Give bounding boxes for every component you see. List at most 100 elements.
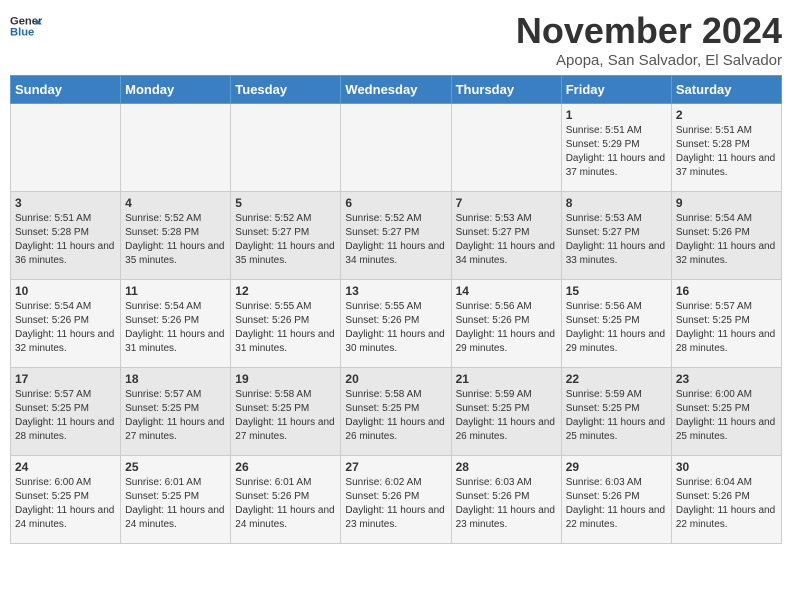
calendar-cell: 25 Sunrise: 6:01 AMSunset: 5:25 PMDayligh…: [121, 456, 231, 544]
day-number: 10: [15, 284, 116, 298]
calendar-cell: [231, 104, 341, 192]
day-info: Sunrise: 5:56 AMSunset: 5:26 PMDaylight:…: [456, 300, 557, 356]
day-number: 22: [566, 372, 667, 386]
day-number: 29: [566, 460, 667, 474]
day-number: 17: [15, 372, 116, 386]
day-info: Sunrise: 5:51 AMSunset: 5:29 PMDaylight:…: [566, 124, 667, 180]
day-number: 2: [676, 108, 777, 122]
day-info: Sunrise: 5:57 AMSunset: 5:25 PMDaylight:…: [676, 300, 777, 356]
day-number: 1: [566, 108, 667, 122]
calendar-cell: 14Sunrise: 5:56 AMSunset: 5:26 PMDayligh…: [451, 280, 561, 368]
day-number: 9: [676, 196, 777, 210]
day-info: Sunrise: 5:55 AMSunset: 5:26 PMDaylight:…: [235, 300, 336, 356]
weekday-header-row: SundayMondayTuesdayWednesdayThursdayFrid…: [11, 76, 782, 104]
day-info: Sunrise: 5:56 AMSunset: 5:25 PMDaylight:…: [566, 300, 667, 356]
day-number: 3: [15, 196, 116, 210]
day-info: Sunrise: 5:51 AMSunset: 5:28 PMDaylight:…: [676, 124, 777, 180]
calendar-cell: 7 Sunrise: 5:53 AMSunset: 5:27 PMDaylight…: [451, 192, 561, 280]
day-info: Sunrise: 5:52 AMSunset: 5:28 PMDaylight:…: [125, 212, 226, 268]
day-number: 6: [345, 196, 446, 210]
day-number: 30: [676, 460, 777, 474]
day-info: Sunrise: 6:03 AMSunset: 5:26 PMDaylight:…: [456, 476, 557, 532]
day-info: Sunrise: 5:53 AMSunset: 5:27 PMDaylight:…: [456, 212, 557, 268]
day-number: 27: [345, 460, 446, 474]
calendar-cell: 18 Sunrise: 5:57 AMSunset: 5:25 PMDayligh…: [121, 368, 231, 456]
calendar-cell: 29Sunrise: 6:03 AMSunset: 5:26 PMDayligh…: [561, 456, 671, 544]
day-info: Sunrise: 6:00 AMSunset: 5:25 PMDaylight:…: [15, 476, 116, 532]
calendar-cell: 24 Sunrise: 6:00 AMSunset: 5:25 PMDayligh…: [11, 456, 121, 544]
day-number: 18: [125, 372, 226, 386]
calendar-cell: 27 Sunrise: 6:02 AMSunset: 5:26 PMDayligh…: [341, 456, 451, 544]
day-info: Sunrise: 5:55 AMSunset: 5:26 PMDaylight:…: [345, 300, 446, 356]
day-number: 21: [456, 372, 557, 386]
calendar-cell: 10 Sunrise: 5:54 AMSunset: 5:26 PMDayligh…: [11, 280, 121, 368]
calendar-table: SundayMondayTuesdayWednesdayThursdayFrid…: [10, 75, 782, 544]
day-info: Sunrise: 6:01 AMSunset: 5:25 PMDaylight:…: [125, 476, 226, 532]
calendar-row-4: 17 Sunrise: 5:57 AMSunset: 5:25 PMDayligh…: [11, 368, 782, 456]
day-number: 7: [456, 196, 557, 210]
day-number: 24: [15, 460, 116, 474]
day-info: Sunrise: 5:58 AMSunset: 5:25 PMDaylight:…: [345, 388, 446, 444]
day-number: 23: [676, 372, 777, 386]
calendar-row-5: 24 Sunrise: 6:00 AMSunset: 5:25 PMDayligh…: [11, 456, 782, 544]
calendar-cell: 11 Sunrise: 5:54 AMSunset: 5:26 PMDayligh…: [121, 280, 231, 368]
svg-text:Blue: Blue: [10, 27, 34, 39]
day-info: Sunrise: 5:58 AMSunset: 5:25 PMDaylight:…: [235, 388, 336, 444]
calendar-cell: 8Sunrise: 5:53 AMSunset: 5:27 PMDaylight…: [561, 192, 671, 280]
day-number: 16: [676, 284, 777, 298]
weekday-header-tuesday: Tuesday: [231, 76, 341, 104]
calendar-cell: 13 Sunrise: 5:55 AMSunset: 5:26 PMDayligh…: [341, 280, 451, 368]
weekday-header-thursday: Thursday: [451, 76, 561, 104]
calendar-cell: 12 Sunrise: 5:55 AMSunset: 5:26 PMDayligh…: [231, 280, 341, 368]
calendar-cell: 9Sunrise: 5:54 AMSunset: 5:26 PMDaylight…: [671, 192, 781, 280]
day-info: Sunrise: 6:02 AMSunset: 5:26 PMDaylight:…: [345, 476, 446, 532]
calendar-cell: 23 Sunrise: 6:00 AMSunset: 5:25 PMDayligh…: [671, 368, 781, 456]
weekday-header-sunday: Sunday: [11, 76, 121, 104]
day-number: 26: [235, 460, 336, 474]
day-number: 25: [125, 460, 226, 474]
logo-icon: General Blue: [10, 10, 42, 42]
day-info: Sunrise: 5:57 AMSunset: 5:25 PMDaylight:…: [125, 388, 226, 444]
calendar-cell: 5 Sunrise: 5:52 AMSunset: 5:27 PMDaylight…: [231, 192, 341, 280]
weekday-header-wednesday: Wednesday: [341, 76, 451, 104]
calendar-cell: 19 Sunrise: 5:58 AMSunset: 5:25 PMDayligh…: [231, 368, 341, 456]
day-info: Sunrise: 5:51 AMSunset: 5:28 PMDaylight:…: [15, 212, 116, 268]
day-number: 13: [345, 284, 446, 298]
day-info: Sunrise: 5:59 AMSunset: 5:25 PMDaylight:…: [566, 388, 667, 444]
month-title: November 2024: [516, 10, 782, 52]
weekday-header-saturday: Saturday: [671, 76, 781, 104]
day-number: 15: [566, 284, 667, 298]
calendar-row-3: 10 Sunrise: 5:54 AMSunset: 5:26 PMDayligh…: [11, 280, 782, 368]
day-info: Sunrise: 5:54 AMSunset: 5:26 PMDaylight:…: [125, 300, 226, 356]
calendar-cell: 4Sunrise: 5:52 AMSunset: 5:28 PMDaylight…: [121, 192, 231, 280]
day-info: Sunrise: 5:52 AMSunset: 5:27 PMDaylight:…: [345, 212, 446, 268]
calendar-cell: 2 Sunrise: 5:51 AMSunset: 5:28 PMDaylight…: [671, 104, 781, 192]
day-number: 11: [125, 284, 226, 298]
day-info: Sunrise: 6:00 AMSunset: 5:25 PMDaylight:…: [676, 388, 777, 444]
calendar-cell: 6 Sunrise: 5:52 AMSunset: 5:27 PMDaylight…: [341, 192, 451, 280]
weekday-header-monday: Monday: [121, 76, 231, 104]
logo: General Blue: [10, 10, 42, 42]
calendar-cell: [451, 104, 561, 192]
day-number: 20: [345, 372, 446, 386]
calendar-cell: 3 Sunrise: 5:51 AMSunset: 5:28 PMDaylight…: [11, 192, 121, 280]
title-block: November 2024 Apopa, San Salvador, El Sa…: [516, 10, 782, 69]
calendar-cell: [121, 104, 231, 192]
day-number: 12: [235, 284, 336, 298]
page-header: General Blue November 2024 Apopa, San Sa…: [10, 10, 782, 69]
calendar-cell: 1 Sunrise: 5:51 AMSunset: 5:29 PMDaylight…: [561, 104, 671, 192]
calendar-row-2: 3 Sunrise: 5:51 AMSunset: 5:28 PMDaylight…: [11, 192, 782, 280]
calendar-cell: 15 Sunrise: 5:56 AMSunset: 5:25 PMDayligh…: [561, 280, 671, 368]
day-info: Sunrise: 6:04 AMSunset: 5:26 PMDaylight:…: [676, 476, 777, 532]
day-info: Sunrise: 5:54 AMSunset: 5:26 PMDaylight:…: [15, 300, 116, 356]
calendar-row-1: 1 Sunrise: 5:51 AMSunset: 5:29 PMDaylight…: [11, 104, 782, 192]
calendar-cell: 22 Sunrise: 5:59 AMSunset: 5:25 PMDayligh…: [561, 368, 671, 456]
day-info: Sunrise: 6:01 AMSunset: 5:26 PMDaylight:…: [235, 476, 336, 532]
day-info: Sunrise: 5:52 AMSunset: 5:27 PMDaylight:…: [235, 212, 336, 268]
day-info: Sunrise: 5:53 AMSunset: 5:27 PMDaylight:…: [566, 212, 667, 268]
day-number: 19: [235, 372, 336, 386]
calendar-cell: 28 Sunrise: 6:03 AMSunset: 5:26 PMDayligh…: [451, 456, 561, 544]
calendar-cell: 30 Sunrise: 6:04 AMSunset: 5:26 PMDayligh…: [671, 456, 781, 544]
day-number: 5: [235, 196, 336, 210]
day-number: 28: [456, 460, 557, 474]
